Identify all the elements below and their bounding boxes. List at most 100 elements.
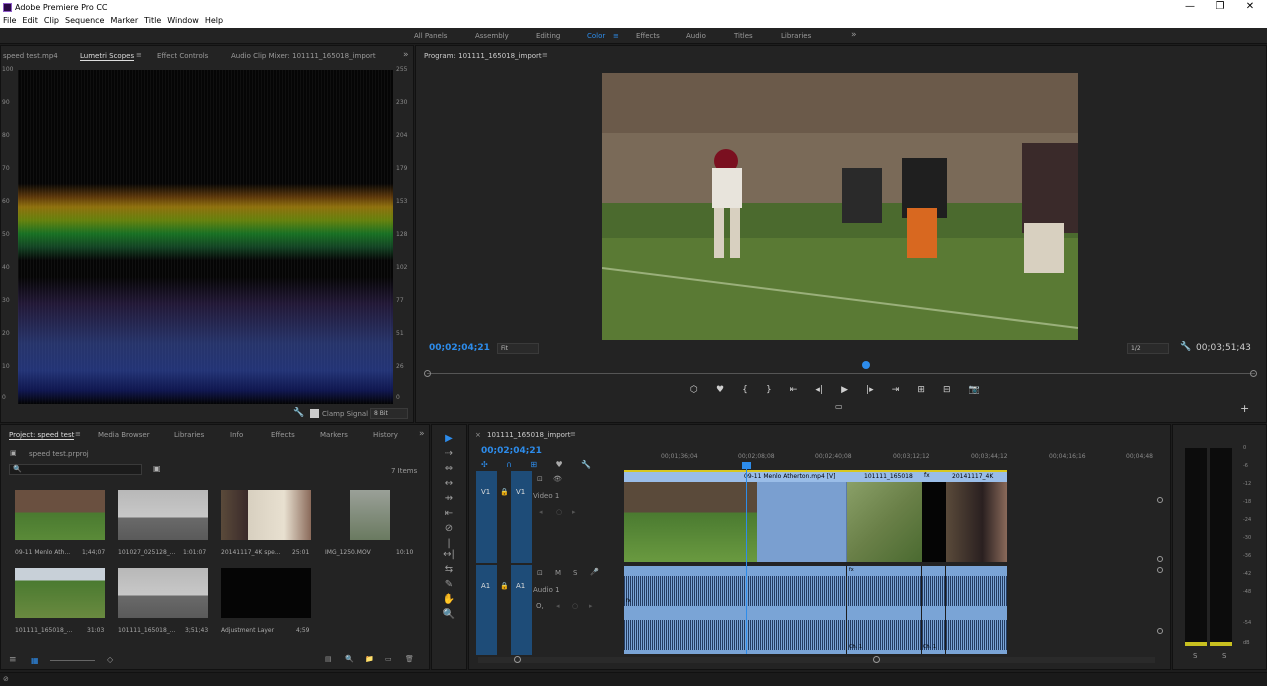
scrubber-end-handle[interactable] — [1250, 370, 1257, 377]
tab-effects[interactable]: Effects — [271, 431, 295, 439]
menu-help[interactable]: Help — [205, 16, 223, 28]
scrubber-start-handle[interactable] — [424, 370, 431, 377]
wrench-icon[interactable]: 🔧 — [293, 408, 304, 418]
workspace-color[interactable]: Color — [587, 32, 605, 40]
timeline-playhead-handle[interactable] — [742, 462, 751, 469]
go-to-out-icon[interactable]: ⇥ — [892, 385, 900, 395]
tab-libraries[interactable]: Libraries — [174, 431, 204, 439]
extract-icon[interactable]: ⊟ — [943, 385, 951, 395]
new-bin-icon[interactable]: ▣ — [153, 464, 161, 473]
project-tab-menu-icon[interactable]: ≡ — [75, 430, 81, 438]
vscroll-handle-top[interactable] — [1157, 497, 1163, 503]
slip-tool-icon[interactable]: ⊘ — [442, 523, 456, 534]
menu-title[interactable]: Title — [144, 16, 161, 28]
linked-selection-icon[interactable]: ⊞ — [530, 460, 537, 469]
workspace-titles[interactable]: Titles — [734, 32, 753, 40]
timeline-settings-icon[interactable]: 🔧 — [581, 460, 591, 469]
workspace-effects[interactable]: Effects — [636, 32, 660, 40]
vscroll-handle-mid[interactable] — [1157, 556, 1163, 562]
close-button[interactable]: ✕ — [1240, 1, 1260, 12]
clamp-signal-checkbox[interactable] — [310, 409, 319, 418]
sequence-menu-icon[interactable]: ≡ — [570, 430, 576, 438]
volume-icon[interactable]: O, — [536, 602, 544, 610]
menu-edit[interactable]: Edit — [22, 16, 38, 28]
automate-icon[interactable]: ▤ — [325, 655, 332, 663]
rate-stretch-icon[interactable]: ⇸ — [442, 493, 456, 504]
go-to-in-icon[interactable]: ⇤ — [790, 385, 798, 395]
minimize-button[interactable]: — — [1180, 1, 1200, 12]
maximize-button[interactable]: ❐ — [1210, 1, 1230, 12]
slide-tool-icon[interactable]: |↔| — [442, 538, 456, 560]
menu-clip[interactable]: Clip — [44, 16, 59, 28]
export-frame-icon[interactable]: 📷 — [969, 385, 980, 395]
zoom-tool-icon[interactable]: 🔍 — [442, 609, 456, 620]
workspace-overflow-icon[interactable]: » — [851, 30, 857, 40]
workspace-audio[interactable]: Audio — [686, 32, 706, 40]
timeline-close-icon[interactable]: × — [475, 431, 481, 439]
tab-source[interactable]: speed test.mp4 — [3, 52, 58, 60]
list-view-icon[interactable]: ≡ — [9, 655, 17, 665]
v1-source-target[interactable]: V1 — [476, 471, 497, 563]
thumbnail-101111-a[interactable] — [15, 568, 105, 618]
thumbnail-101027[interactable] — [118, 490, 208, 540]
track-select-icon[interactable]: ⇢ — [442, 448, 456, 459]
icon-view-icon[interactable]: ▦ — [31, 656, 39, 665]
tab-audio-clip-mixer[interactable]: Audio Clip Mixer: 101111_165018_import — [231, 52, 376, 60]
pen-draw-icon[interactable]: ✎ — [442, 579, 456, 590]
a1-source-target[interactable]: A1 — [476, 565, 497, 655]
lock-icon[interactable]: 🔒 — [500, 488, 509, 496]
voiceover-mic-icon[interactable]: 🎤 — [590, 568, 599, 576]
thumbnail-101111-b[interactable] — [118, 568, 208, 618]
step-forward-icon[interactable]: |▸ — [866, 385, 874, 395]
audio-keyframe-next-icon[interactable]: ▸ — [589, 602, 593, 610]
project-search-input[interactable]: 🔍 — [9, 464, 142, 475]
tab-project[interactable]: Project: speed test — [9, 431, 75, 440]
pen-tool-icon[interactable]: ⇆ — [442, 564, 456, 575]
audio-lock-icon[interactable]: 🔒 — [500, 582, 509, 590]
project-overflow-icon[interactable]: » — [419, 429, 425, 439]
a1-track-target[interactable]: A1 — [511, 565, 532, 655]
video-clip-adjustment[interactable] — [922, 482, 946, 562]
sequence-tab[interactable]: 101111_165018_import — [487, 431, 571, 439]
panel-overflow-icon[interactable]: » — [403, 50, 409, 60]
hand-tool-icon[interactable]: ✋ — [442, 594, 456, 605]
trash-icon[interactable]: 🗑 — [405, 655, 414, 663]
eye-icon[interactable]: 👁 — [553, 475, 562, 483]
mute-button[interactable]: M — [555, 569, 561, 577]
step-back-icon[interactable]: ◂| — [815, 385, 823, 395]
vscroll-handle-audio[interactable] — [1157, 567, 1163, 573]
tab-menu-icon[interactable]: ≡ — [136, 51, 142, 59]
playback-scrubber[interactable] — [427, 373, 1255, 374]
zoom-slider[interactable] — [50, 660, 95, 661]
rolling-edit-icon[interactable]: ↔ — [442, 478, 456, 489]
tab-markers[interactable]: Markers — [320, 431, 348, 439]
play-button[interactable]: ▶ — [841, 385, 848, 395]
resolution-select[interactable]: 1/2 — [1127, 343, 1169, 354]
program-title[interactable]: Program: 101111_165018_import — [424, 52, 542, 60]
tab-lumetri-scopes[interactable]: Lumetri Scopes — [80, 52, 135, 61]
workspace-editing[interactable]: Editing — [536, 32, 560, 40]
tab-info[interactable]: Info — [230, 431, 243, 439]
keyframe-prev-icon[interactable]: ◂ — [539, 508, 543, 516]
audio-keyframe-add-icon[interactable]: ○ — [572, 602, 578, 610]
selection-tool-icon[interactable]: ▶ — [442, 433, 456, 444]
sync-lock-icon[interactable]: ⊡ — [537, 475, 543, 483]
solo-right-button[interactable]: S — [1222, 652, 1226, 660]
workspace-menu-icon[interactable]: ≡ — [613, 32, 619, 40]
ripple-edit-icon[interactable]: ⇔ — [442, 463, 456, 474]
video-clip-menlo[interactable] — [624, 482, 757, 562]
video-clip-menlo-tail[interactable] — [757, 482, 846, 562]
comparison-view-icon[interactable]: ▭ — [835, 402, 843, 411]
razor-tool-icon[interactable]: ⇤ — [442, 508, 456, 519]
audio-keyframe-prev-icon[interactable]: ◂ — [556, 602, 560, 610]
vscroll-handle-bottom[interactable] — [1157, 628, 1163, 634]
timeline-timecode[interactable]: 00;02;04;21 — [481, 446, 542, 456]
hscroll-handle-left[interactable] — [514, 656, 521, 663]
new-folder-icon[interactable]: 📁 — [365, 655, 374, 663]
thumbnail-20141117[interactable] — [221, 490, 311, 540]
thumbnail-menlo[interactable] — [15, 490, 105, 540]
keyframe-add-icon[interactable]: ○ — [556, 508, 562, 516]
menu-file[interactable]: File — [3, 16, 16, 28]
new-item-icon[interactable]: ▭ — [385, 655, 392, 663]
program-menu-icon[interactable]: ≡ — [542, 51, 548, 59]
